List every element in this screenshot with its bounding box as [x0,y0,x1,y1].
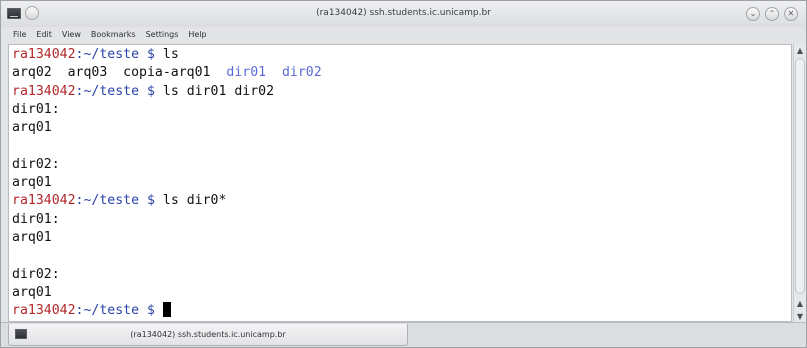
chevron-down-icon: ⌄ [749,9,757,18]
separator [266,65,282,80]
scroll-up-button-lower[interactable]: ▲ [794,297,806,309]
terminal-line: ra134042:~/teste $ [12,302,322,320]
output-text: dir02: [12,266,60,282]
menu-file[interactable]: File [8,27,31,43]
terminal-line: dir01: [12,101,322,119]
close-button[interactable]: ✕ [784,7,798,21]
output-text: arq01 [12,229,52,245]
terminal-line: ra134042:~/teste $ ls dir0* [12,192,322,210]
terminal-line: arq01 [12,229,322,247]
arrow-up-icon: ▲ [796,298,804,308]
terminal-line: arq02 arq03 copia-arq01 dir01 dir02 [12,64,322,82]
terminal-line: arq01 [12,284,322,302]
maximize-button[interactable]: ⌃ [765,7,779,21]
terminal-line: arq01 [12,119,322,137]
output-text: arq01 [12,175,52,191]
terminal-line: dir02: [12,156,322,174]
separator [211,65,227,80]
text-cursor [162,302,171,318]
terminal-lines: ra134042:~/teste $ ls arq02 arq03 copia-a… [12,46,322,320]
scrollbar[interactable]: ▲ ▲ ▼ [793,44,806,322]
scroll-up-button[interactable]: ▲ [794,44,806,56]
prompt-user: ra134042 [12,47,76,62]
prompt-path: :~/teste $ [75,83,163,99]
title-bar[interactable]: (ra134042) ssh.students.ic.unicamp.br ⌄ … [1,1,806,28]
chevron-up-icon: ⌃ [768,9,776,18]
prompt-path: :~/teste $ [75,193,163,209]
output-text: arq01 [12,284,52,300]
prompt-user: ra134042 [12,303,76,319]
file-entry: copia-arq01 [107,65,211,81]
konsole-window: (ra134042) ssh.students.ic.unicamp.br ⌄ … [0,0,807,348]
output-text: dir01: [12,101,60,117]
command-text: ls dir0* [162,193,227,209]
terminal-line: arq01 [12,174,322,192]
tab-bar: (ra134042) ssh.students.ic.unicamp.br [1,322,806,347]
output-text: dir02: [12,156,60,172]
directory-entry: dir01 [226,65,267,81]
scrollbar-track[interactable] [795,58,805,294]
menu-edit[interactable]: Edit [31,27,57,43]
arrow-down-icon: ▼ [796,311,804,321]
output-text: dir01: [12,211,60,227]
file-entry: arq03 [51,65,108,81]
command-text: ls [162,47,179,62]
prompt-user: ra134042 [12,193,76,209]
close-icon: ✕ [787,9,795,18]
menu-settings[interactable]: Settings [141,27,184,43]
prompt-path: :~/teste $ [75,47,163,62]
tab-label: (ra134042) ssh.students.ic.unicamp.br [130,330,286,339]
terminal-line: ra134042:~/teste $ ls dir01 dir02 [12,83,322,101]
prompt-user: ra134042 [12,83,76,99]
menu-view[interactable]: View [57,27,86,43]
minimize-button[interactable]: ⌄ [746,7,760,21]
terminal-line: dir01: [12,211,322,229]
directory-entry: dir02 [281,65,322,81]
menu-bookmarks[interactable]: Bookmarks [86,27,141,43]
session-tab[interactable]: (ra134042) ssh.students.ic.unicamp.br [8,324,408,346]
menu-help[interactable]: Help [183,27,211,43]
terminal-line: dir02: [12,266,322,284]
window-title: (ra134042) ssh.students.ic.unicamp.br [316,8,491,18]
file-entry: arq02 [12,65,52,81]
prompt-path: :~/teste $ [75,303,163,319]
command-text: ls dir01 dir02 [162,83,275,99]
arrow-up-icon: ▲ [796,45,804,55]
terminal-output[interactable]: ra134042:~/teste $ ls arq02 arq03 copia-a… [8,44,792,322]
scroll-down-button[interactable]: ▼ [794,310,806,322]
output-text: arq01 [12,120,52,136]
menu-bar: File Edit View Bookmarks Settings Help [1,27,806,43]
terminal-line: ra134042:~/teste $ ls [12,46,322,64]
